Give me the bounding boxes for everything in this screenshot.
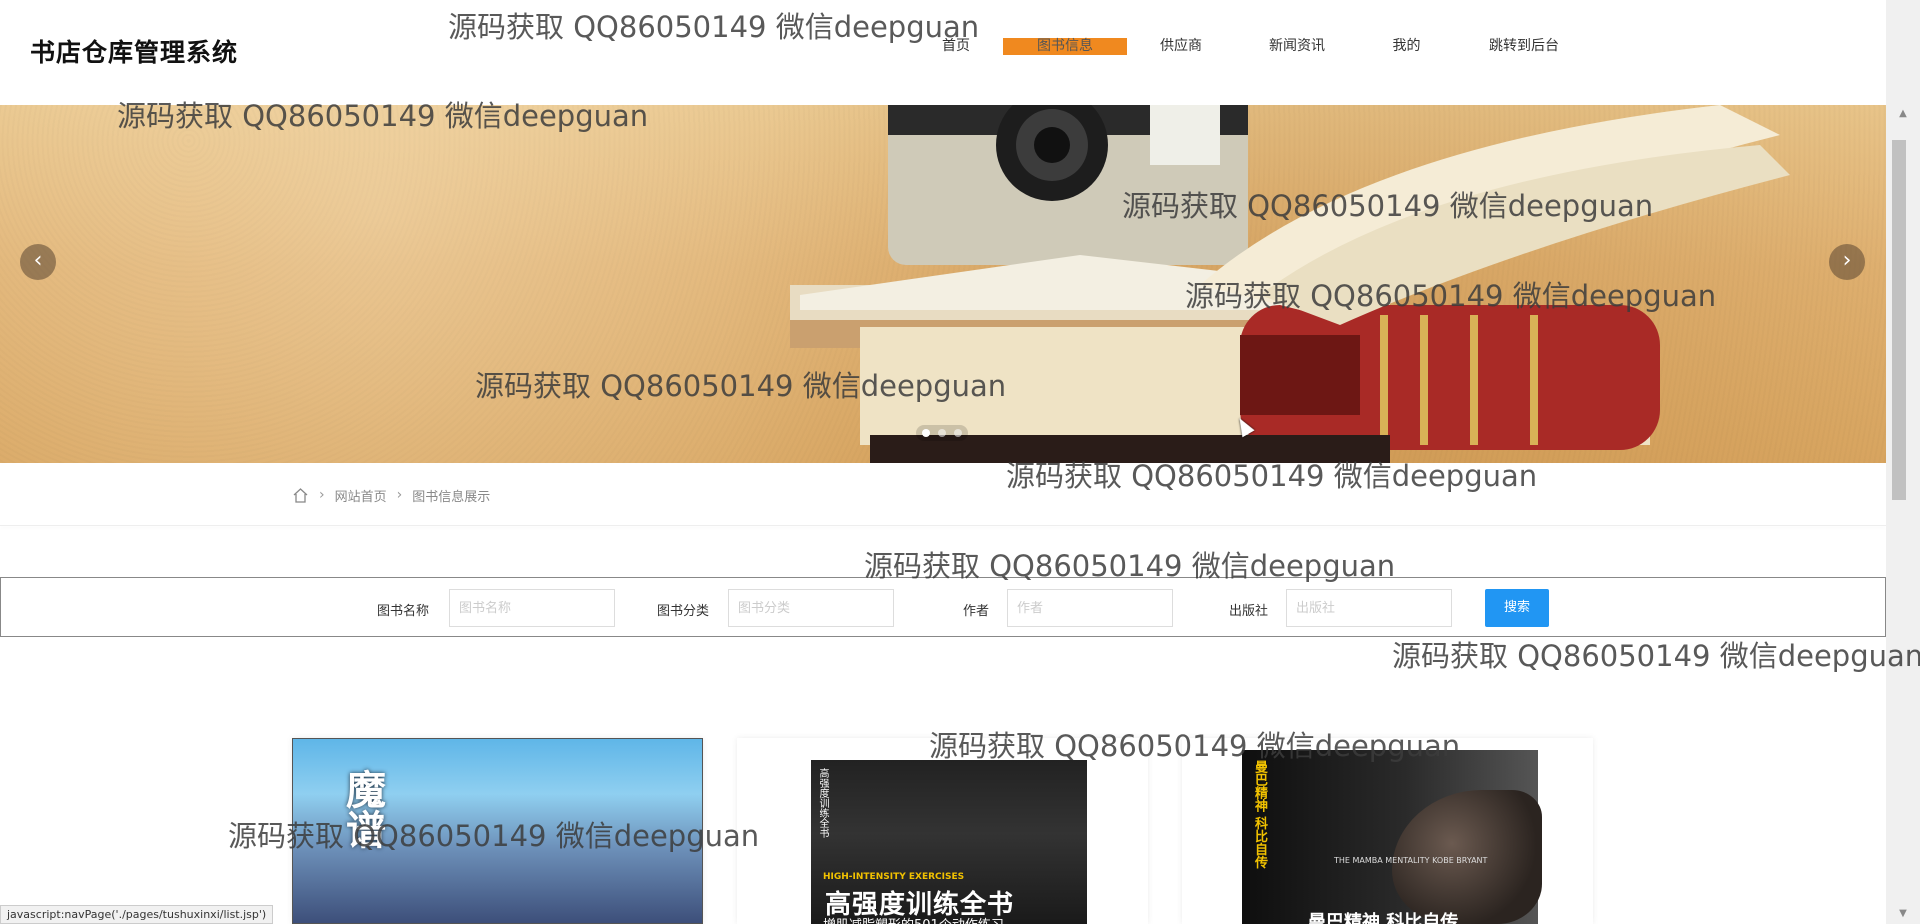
site-header: 书店仓库管理系统 首页 图书信息 供应商 新闻资讯 我的 跳转到后台	[0, 0, 1886, 105]
banner-image	[790, 105, 1790, 463]
nav-mine[interactable]: 我的	[1384, 38, 1429, 55]
book-cover-caption: THE MAMBA MENTALITY KOBE BRYANT	[1334, 856, 1488, 865]
breadcrumb-current: 图书信息展示	[412, 489, 491, 505]
book-cover-title: 魔谱	[339, 769, 385, 849]
search-form: 图书名称 图书分类 作者 出版社 搜索	[0, 577, 1886, 637]
book-category-input[interactable]	[728, 589, 894, 627]
scroll-thumb[interactable]	[1892, 140, 1906, 500]
book-card[interactable]: 高强度训练全书 HIGH-INTENSITY EXERCISES 高强度训练全书…	[737, 738, 1148, 924]
search-button[interactable]: 搜索	[1485, 589, 1549, 627]
nav-news[interactable]: 新闻资讯	[1262, 38, 1332, 55]
browser-status-bar: javascript:navPage('./pages/tushuxinxi/l…	[0, 905, 274, 924]
book-card[interactable]: 曼巴精神 科比自传 THE MAMBA MENTALITY KOBE BRYAN…	[1182, 738, 1593, 924]
author-input[interactable]	[1007, 589, 1173, 627]
book-cover-eyebrow: HIGH-INTENSITY EXERCISES	[823, 872, 965, 882]
nav-admin[interactable]: 跳转到后台	[1480, 38, 1568, 55]
book-cover-image[interactable]: 魔谱	[292, 738, 703, 924]
divider	[0, 525, 1886, 526]
nav-book-info[interactable]: 图书信息	[1003, 38, 1127, 55]
banner-carousel[interactable]: ‹ ›	[0, 105, 1886, 463]
book-name-label: 图书名称	[377, 604, 430, 619]
nav-home[interactable]: 首页	[930, 38, 982, 55]
home-icon[interactable]	[292, 487, 309, 504]
book-card[interactable]: 魔谱	[292, 738, 703, 924]
author-label: 作者	[963, 604, 990, 619]
watermark: 源码获取 QQ86050149 微信deepguan	[1392, 639, 1920, 673]
carousel-dot-2[interactable]	[938, 429, 946, 437]
nav-suppliers[interactable]: 供应商	[1155, 38, 1207, 55]
scroll-down-arrow-icon[interactable]: ▼	[1886, 904, 1920, 924]
carousel-next-button[interactable]: ›	[1829, 244, 1865, 280]
book-cover-spine: 曼巴精神 科比自传	[1252, 760, 1267, 869]
book-cover-spine: 高强度训练全书	[817, 768, 828, 838]
publisher-input[interactable]	[1286, 589, 1452, 627]
carousel-indicators	[916, 425, 968, 441]
book-category-label: 图书分类	[657, 604, 710, 619]
book-cover-subtitle: 增肌减脂塑形的501个动作练习	[823, 914, 1004, 924]
chevron-right-icon: ›	[396, 487, 403, 503]
page-scrollbar[interactable]: ▲ ▼	[1886, 0, 1920, 924]
carousel-dot-1[interactable]	[922, 429, 930, 437]
book-name-input[interactable]	[449, 589, 615, 627]
publisher-label: 出版社	[1229, 604, 1269, 619]
breadcrumb-home-link[interactable]: 网站首页	[335, 486, 387, 505]
chevron-right-icon: ›	[319, 487, 325, 503]
carousel-dot-3[interactable]	[954, 429, 962, 437]
book-cover-image[interactable]: 曼巴精神 科比自传 THE MAMBA MENTALITY KOBE BRYAN…	[1242, 750, 1542, 924]
scroll-up-arrow-icon[interactable]: ▲	[1886, 104, 1920, 124]
book-cover-title: 曼巴精神 科比自传	[1308, 912, 1459, 924]
book-cover-image[interactable]: 高强度训练全书 HIGH-INTENSITY EXERCISES 高强度训练全书…	[811, 760, 1087, 924]
breadcrumb: › 网站首页 › 图书信息展示	[292, 485, 490, 505]
carousel-prev-button[interactable]: ‹	[20, 244, 56, 280]
site-title: 书店仓库管理系统	[30, 38, 239, 67]
